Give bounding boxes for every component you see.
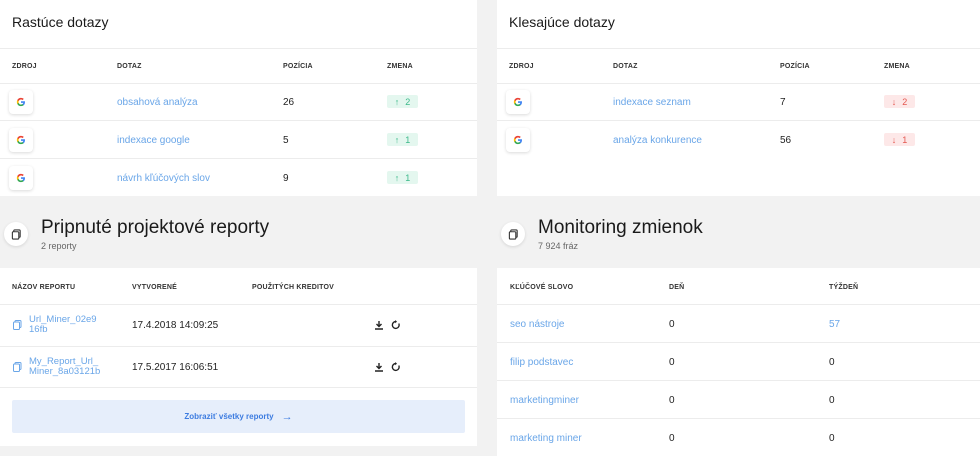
arrow-up-icon: ↑ — [394, 134, 400, 145]
query-link[interactable]: indexace seznam — [613, 97, 691, 108]
change-badge: ↑ 1 — [387, 133, 418, 146]
arrow-up-icon: ↑ — [394, 172, 400, 183]
header-position: POZÍCIA — [780, 63, 810, 70]
google-icon — [9, 166, 33, 190]
divider — [0, 83, 477, 84]
header-week: TÝŽDEŇ — [829, 284, 859, 291]
refresh-icon[interactable] — [390, 361, 402, 373]
divider — [0, 346, 477, 347]
mentions-title: Monitoring zmienok — [538, 217, 703, 238]
divider — [497, 304, 980, 305]
report-created: 17.4.2018 14:09:25 — [132, 320, 219, 331]
position-value: 9 — [283, 173, 289, 184]
report-name-link[interactable]: My_Report_Url_ Miner_8a03121b — [29, 357, 100, 377]
query-link[interactable]: obsahová analýza — [117, 97, 198, 108]
change-badge: ↑ 1 — [387, 171, 418, 184]
change-badge: ↑ 2 — [387, 95, 418, 108]
mentions-count: 7 924 fráz — [538, 241, 579, 251]
keyword-link[interactable]: seo nástroje — [510, 319, 564, 330]
rising-queries-card: Rastúce dotazy ZDROJ DOTAZ POZÍCIA ZMENA… — [0, 0, 477, 196]
week-count: 0 — [829, 357, 835, 368]
position-value: 26 — [283, 97, 295, 108]
header-source: ZDROJ — [12, 63, 37, 70]
falling-queries-card: Klesajúce dotazy ZDROJ DOTAZ POZÍCIA ZME… — [497, 0, 980, 196]
download-icon[interactable] — [373, 319, 385, 331]
divider — [0, 304, 477, 305]
reports-count: 2 reporty — [41, 241, 77, 251]
google-icon — [506, 128, 530, 152]
show-all-label: Zobraziť všetky reporty — [184, 412, 274, 421]
google-icon — [506, 90, 530, 114]
divider — [0, 387, 477, 388]
position-value: 7 — [780, 97, 786, 108]
query-link[interactable]: návrh kľúčových slov — [117, 173, 210, 184]
change-value: 2 — [405, 96, 411, 107]
report-file-icon — [13, 320, 22, 330]
header-position: POZÍCIA — [283, 63, 313, 70]
refresh-icon[interactable] — [390, 319, 402, 331]
divider — [497, 342, 980, 343]
divider — [0, 120, 477, 121]
google-icon — [9, 128, 33, 152]
download-icon[interactable] — [373, 361, 385, 373]
query-link[interactable]: indexace google — [117, 135, 190, 146]
falling-queries-title: Klesajúce dotazy — [509, 14, 615, 30]
divider — [497, 418, 980, 419]
divider — [0, 48, 477, 49]
show-all-reports-button[interactable]: Zobraziť všetky reporty → — [12, 400, 465, 433]
day-count: 0 — [669, 357, 675, 368]
divider — [0, 158, 477, 159]
reports-title: Pripnuté projektové reporty — [41, 217, 270, 238]
rising-queries-title: Rastúce dotazy — [12, 14, 109, 30]
header-keyword: KĽÚČOVÉ SLOVO — [510, 284, 574, 291]
mentions-card: KĽÚČOVÉ SLOVO DEŇ TÝŽDEŇ seo nástroje 0 … — [497, 268, 980, 456]
header-query: DOTAZ — [613, 63, 638, 70]
header-change: ZMENA — [884, 63, 910, 70]
keyword-link[interactable]: marketingminer — [510, 395, 579, 406]
query-link[interactable]: analýza konkurence — [613, 135, 702, 146]
change-value: 1 — [405, 134, 411, 145]
divider — [497, 380, 980, 381]
week-count: 0 — [829, 395, 835, 406]
change-value: 1 — [405, 172, 411, 183]
header-day: DEŇ — [669, 284, 685, 291]
header-query: DOTAZ — [117, 63, 142, 70]
header-credits: POUŽITÝCH KREDITOV — [252, 284, 335, 291]
divider — [497, 120, 980, 121]
day-count: 0 — [669, 433, 675, 444]
week-count: 0 — [829, 433, 835, 444]
google-icon — [9, 90, 33, 114]
header-report-name: NÁZOV REPORTU — [12, 284, 76, 291]
header-source: ZDROJ — [509, 63, 534, 70]
report-name-link[interactable]: Url_Miner_02e9 16fb — [29, 315, 97, 335]
keyword-link[interactable]: filip podstavec — [510, 357, 573, 368]
report-file-icon — [13, 362, 22, 372]
week-count-link[interactable]: 57 — [829, 319, 840, 330]
report-created: 17.5.2017 16:06:51 — [132, 362, 219, 373]
header-created: VYTVORENÉ — [132, 284, 177, 291]
arrow-right-icon: → — [281, 410, 293, 423]
header-change: ZMENA — [387, 63, 413, 70]
position-value: 5 — [283, 135, 289, 146]
day-count: 0 — [669, 395, 675, 406]
change-badge: ↓ 1 — [884, 133, 915, 146]
arrow-up-icon: ↑ — [394, 96, 400, 107]
day-count: 0 — [669, 319, 675, 330]
arrow-down-icon: ↓ — [891, 134, 897, 145]
change-value: 1 — [902, 134, 908, 145]
position-value: 56 — [780, 135, 792, 146]
change-badge: ↓ 2 — [884, 95, 915, 108]
documents-icon — [501, 222, 525, 246]
change-value: 2 — [902, 96, 908, 107]
divider — [497, 83, 980, 84]
arrow-down-icon: ↓ — [891, 96, 897, 107]
keyword-link[interactable]: marketing miner — [510, 433, 582, 444]
divider — [497, 48, 980, 49]
documents-icon — [4, 222, 28, 246]
